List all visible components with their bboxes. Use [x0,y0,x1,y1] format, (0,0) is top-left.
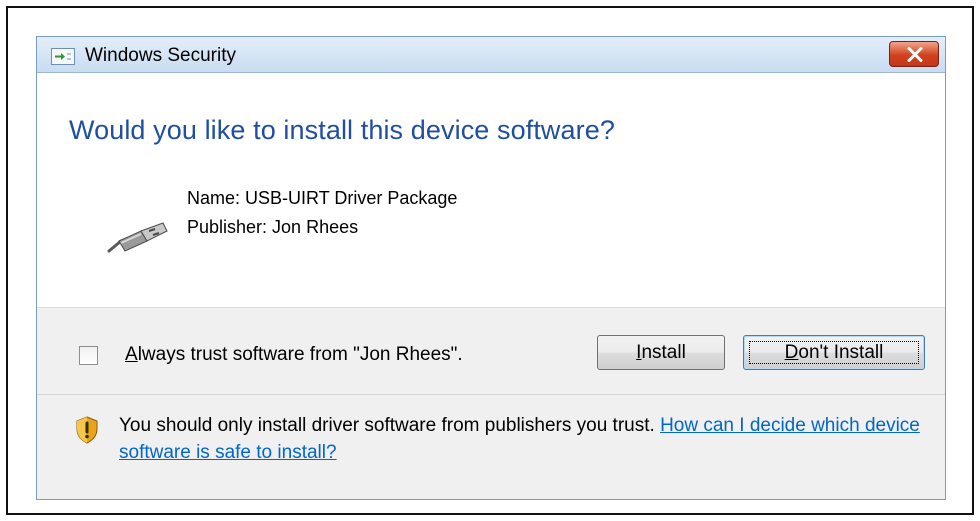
close-button[interactable] [889,41,939,67]
always-trust-accelerator: A [125,344,138,365]
install-button[interactable]: Install [597,335,725,370]
install-arrow-icon [51,48,75,65]
warning-message: You should only install driver software … [119,412,929,466]
dont-install-button-label: on't Install [798,341,884,363]
always-trust-label[interactable]: Always trust software from "Jon Rhees". [125,344,463,366]
driver-publisher: Publisher: Jon Rhees [187,217,359,237]
dialog-footer: Always trust software from "Jon Rhees". … [37,307,945,499]
dont-install-accelerator: D [784,341,799,363]
install-button-label: nstall [641,341,686,363]
always-trust-checkbox[interactable] [79,346,98,365]
window-title: Windows Security [85,45,236,66]
close-icon [907,47,923,62]
shield-warning-icon [76,416,98,444]
warning-text: You should only install driver software … [119,415,661,436]
usb-plug-icon [107,222,168,253]
driver-name: Name: USB-UIRT Driver Package [187,188,458,208]
dialog-heading: Would you like to install this device so… [69,115,615,145]
footer-divider [37,394,945,395]
windows-security-dialog: Windows Security Would you like to insta… [36,36,946,500]
dont-install-button[interactable]: Don't Install [743,335,925,370]
always-trust-label-text: lways trust software from "Jon Rhees". [137,344,463,365]
title-bar[interactable]: Windows Security [37,37,945,73]
